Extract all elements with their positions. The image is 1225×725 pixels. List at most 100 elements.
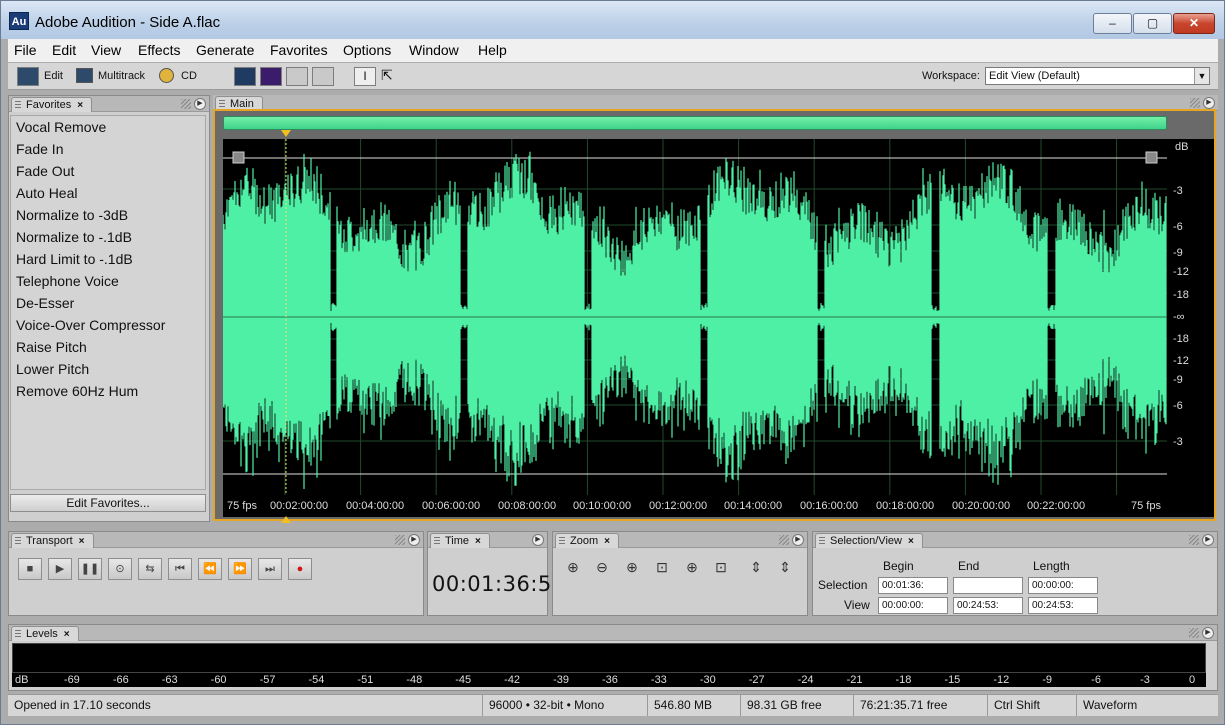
zoom-out-amplitude-icon[interactable]: ⊖ [591,556,613,578]
go-to-start-button[interactable]: ⏮ [168,558,192,580]
grip-icon[interactable] [15,630,21,638]
menu-window[interactable]: Window [409,42,459,58]
menu-edit[interactable]: Edit [52,42,76,58]
grip-icon[interactable] [15,101,21,109]
resize-grip-icon[interactable] [181,99,191,109]
tab-zoom[interactable]: Zoom × [555,533,619,548]
spectral-phase-button[interactable] [312,67,334,86]
selection-length-field[interactable]: 00:00:00: [1028,577,1098,594]
grip-icon[interactable] [219,100,225,108]
spectral-pan-button[interactable] [286,67,308,86]
rewind-button[interactable]: ⏪ [198,558,222,580]
favorite-item[interactable]: Telephone Voice [11,270,205,292]
panel-menu-icon[interactable]: ▶ [1202,627,1214,639]
resize-grip-icon[interactable] [779,535,789,545]
favorite-item[interactable]: Lower Pitch [11,358,205,380]
play-to-end-button[interactable]: ⊙ [108,558,132,580]
panel-menu-icon[interactable]: ▶ [1202,534,1214,546]
edit-favorites-button[interactable]: Edit Favorites... [10,494,206,512]
menu-options[interactable]: Options [343,42,391,58]
favorite-item[interactable]: Fade In [11,138,205,160]
menu-file[interactable]: File [14,42,37,58]
tab-time[interactable]: Time × [430,533,490,548]
close-icon[interactable]: × [908,536,914,547]
tab-levels[interactable]: Levels × [11,626,79,641]
tab-transport[interactable]: Transport × [11,533,94,548]
stop-button[interactable]: ■ [18,558,42,580]
multitrack-icon[interactable] [76,68,93,83]
favorite-item[interactable]: Normalize to -3dB [11,204,205,226]
panel-menu-icon[interactable]: ▶ [408,534,420,546]
zoom-in-time-icon[interactable]: ⊕ [681,556,703,578]
time-selection-tool-icon[interactable]: I [354,67,376,86]
zoom-left-edge-icon[interactable]: ⊡ [710,556,732,578]
grip-icon[interactable] [15,537,21,545]
resize-grip-icon[interactable] [1189,535,1199,545]
spectral-display-button[interactable] [260,67,282,86]
chevron-down-icon[interactable]: ▼ [1194,68,1209,84]
panel-menu-icon[interactable]: ▶ [1203,97,1215,109]
grip-icon[interactable] [559,537,565,545]
edit-view-label[interactable]: Edit [44,70,63,82]
marquee-tool-icon[interactable]: ⇱ [381,67,403,86]
close-icon[interactable]: × [77,100,83,111]
grip-icon[interactable] [819,537,825,545]
playhead-top-marker[interactable] [281,130,291,137]
playhead-bottom-marker[interactable] [281,516,291,523]
grip-icon[interactable] [434,537,440,545]
view-begin-field[interactable]: 00:00:00: [878,597,948,614]
fast-forward-button[interactable]: ⏩ [228,558,252,580]
menu-effects[interactable]: Effects [138,42,181,58]
menu-view[interactable]: View [91,42,121,58]
panel-menu-icon[interactable]: ▶ [194,98,206,110]
zoom-in-amplitude-icon[interactable]: ⊕ [562,556,584,578]
cd-label[interactable]: CD [181,70,197,82]
close-icon[interactable]: × [79,536,85,547]
favorite-item[interactable]: Fade Out [11,160,205,182]
time-ruler[interactable]: 75 fps 00:02:00:00 00:04:00:00 00:06:00:… [223,495,1214,517]
favorite-item[interactable]: De-Esser [11,292,205,314]
favorite-item[interactable]: Raise Pitch [11,336,205,358]
menu-generate[interactable]: Generate [196,42,254,58]
waveform-display-button[interactable] [234,67,256,86]
favorite-item[interactable]: Remove 60Hz Hum [11,380,205,402]
zoom-out-vertical-icon[interactable]: ⇕ [774,556,796,578]
minimize-button[interactable]: ‒ [1093,13,1132,34]
play-button[interactable]: ▶ [48,558,72,580]
selection-begin-field[interactable]: 00:01:36: [878,577,948,594]
view-length-field[interactable]: 00:24:53: [1028,597,1098,614]
go-to-end-button[interactable]: ⏭ [258,558,282,580]
view-end-field[interactable]: 00:24:53: [953,597,1023,614]
resize-grip-icon[interactable] [395,535,405,545]
cd-icon[interactable] [159,68,174,83]
favorite-item[interactable]: Normalize to -.1dB [11,226,205,248]
multitrack-label[interactable]: Multitrack [98,70,145,82]
favorite-item[interactable]: Auto Heal [11,182,205,204]
maximize-button[interactable]: ▢ [1133,13,1172,34]
panel-menu-icon[interactable]: ▶ [792,534,804,546]
zoom-out-full-icon[interactable]: ⊕ [621,556,643,578]
tab-favorites[interactable]: Favorites × [11,97,93,112]
favorite-item[interactable]: Voice-Over Compressor [11,314,205,336]
resize-grip-icon[interactable] [1190,98,1200,108]
tab-selection-view[interactable]: Selection/View × [815,533,923,548]
favorite-item[interactable]: Vocal Remove [11,116,205,138]
overview-bar[interactable] [223,116,1167,130]
menu-favorites[interactable]: Favorites [270,42,328,58]
edit-view-button[interactable] [17,67,39,86]
resize-grip-icon[interactable] [1189,628,1199,638]
favorite-item[interactable]: Hard Limit to -.1dB [11,248,205,270]
close-icon[interactable]: × [604,536,610,547]
zoom-in-vertical-icon[interactable]: ⇕ [745,556,767,578]
pause-button[interactable]: ❚❚ [78,558,102,580]
waveform-display[interactable] [223,139,1167,495]
panel-menu-icon[interactable]: ▶ [532,534,544,546]
workspace-dropdown[interactable]: Edit View (Default) ▼ [985,67,1210,85]
close-button[interactable]: ✕ [1173,13,1215,34]
close-icon[interactable]: × [64,629,70,640]
selection-end-field[interactable] [953,577,1023,594]
close-icon[interactable]: × [475,536,481,547]
zoom-to-selection-icon[interactable]: ⊡ [651,556,673,578]
menu-help[interactable]: Help [478,42,507,58]
loop-button[interactable]: ⇆ [138,558,162,580]
